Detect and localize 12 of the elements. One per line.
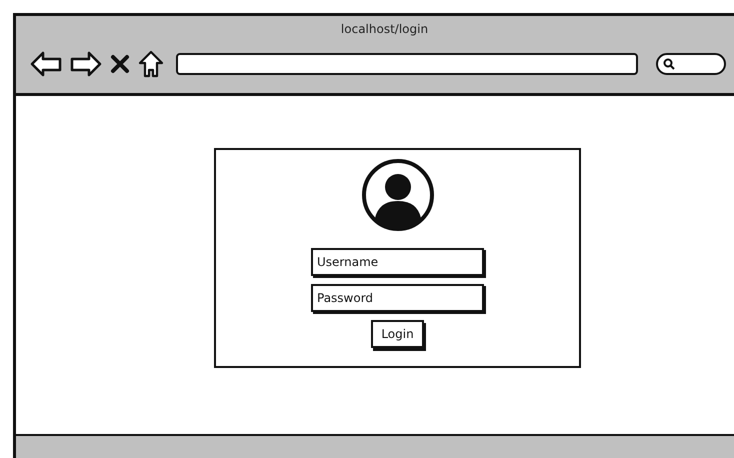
back-icon[interactable] (30, 51, 62, 77)
close-icon[interactable] (110, 54, 130, 74)
forward-icon[interactable] (70, 51, 102, 77)
password-field[interactable]: Password (311, 284, 484, 312)
username-field[interactable]: Username (311, 248, 484, 276)
search-field[interactable] (656, 53, 726, 75)
home-icon[interactable] (138, 50, 164, 78)
user-avatar-icon (360, 158, 434, 232)
search-icon (663, 58, 675, 70)
address-bar[interactable] (176, 53, 638, 75)
login-button[interactable]: Login (371, 320, 424, 348)
window-title: localhost/login (340, 21, 428, 35)
